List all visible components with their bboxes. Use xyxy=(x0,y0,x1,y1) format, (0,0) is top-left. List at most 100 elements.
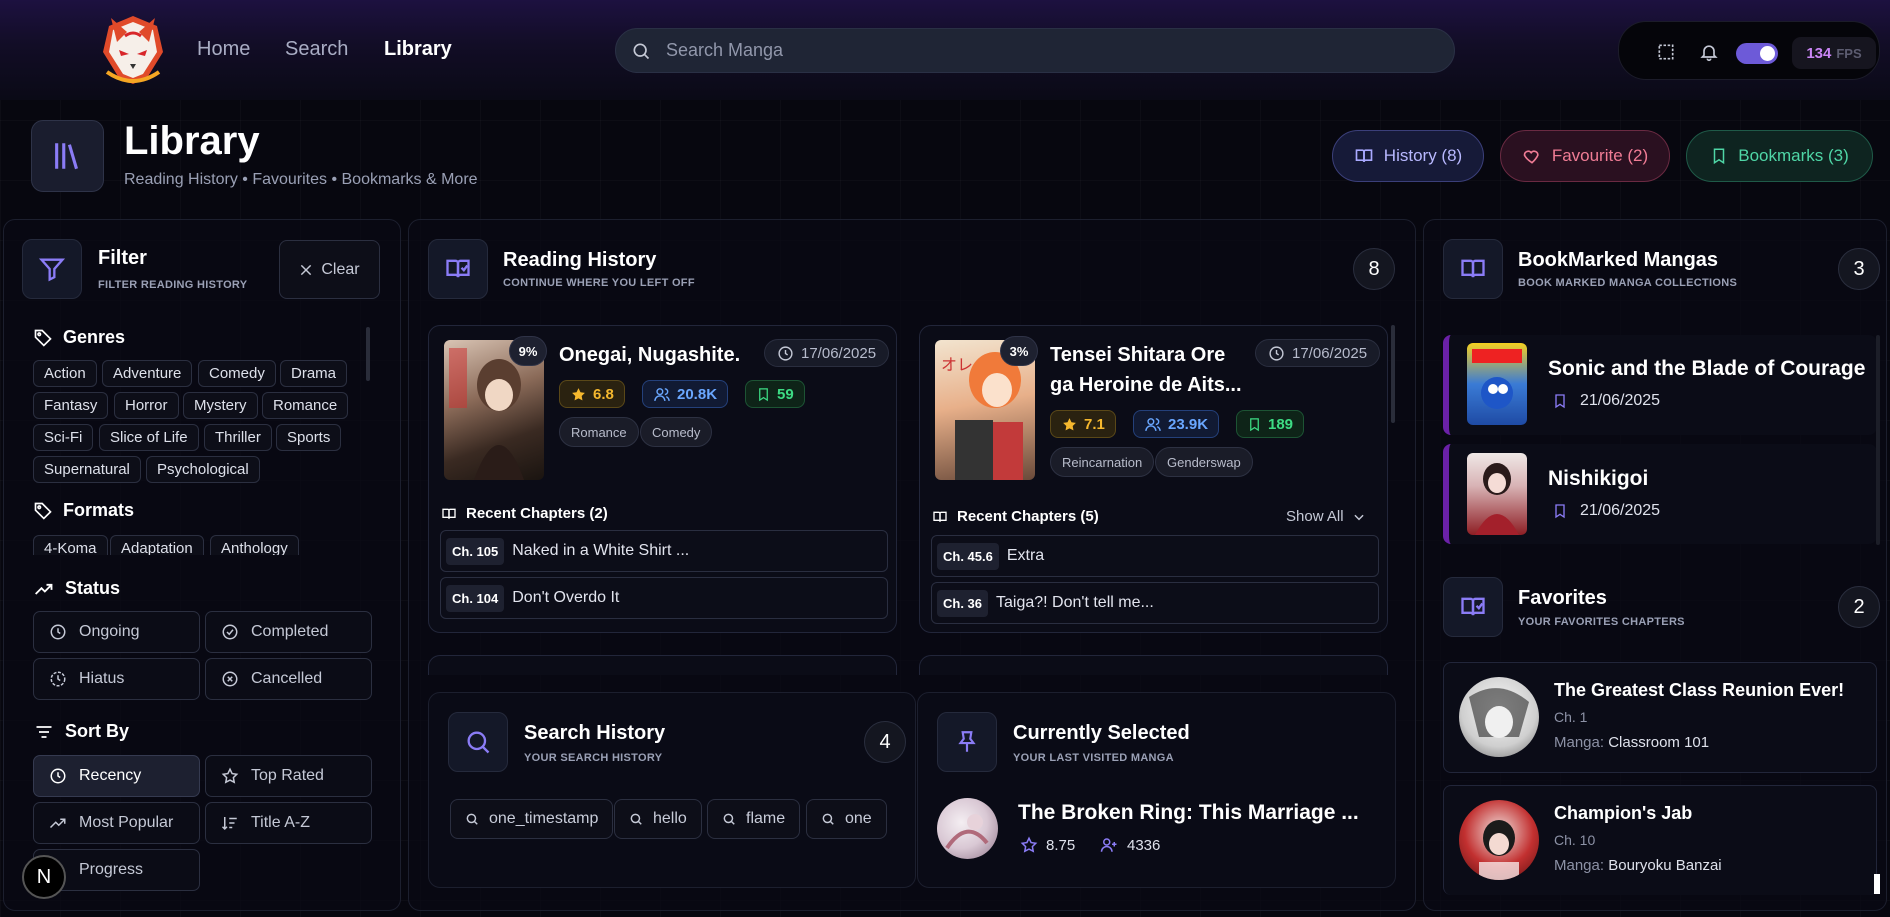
bookmarked-count: 3 xyxy=(1838,248,1880,290)
formats-chip-row: 4-Koma Adaptation Anthology xyxy=(33,535,373,555)
format-chip[interactable]: Adaptation xyxy=(110,535,204,555)
nav-search-link[interactable]: Search xyxy=(285,38,348,61)
bookmarks-badge: 189 xyxy=(1236,410,1305,438)
search-icon xyxy=(631,41,651,61)
search-input[interactable]: Search Manga xyxy=(666,40,783,61)
genre-tag[interactable]: Romance xyxy=(559,417,639,447)
search-term-chip[interactable]: one xyxy=(806,799,887,839)
favorite-manga-line: Manga: Bouryoku Banzai xyxy=(1554,857,1722,874)
bookmark-date-text: 21/06/2025 xyxy=(1580,392,1661,409)
search-term-chip[interactable]: hello xyxy=(614,799,702,839)
genre-chip[interactable]: Adventure xyxy=(102,360,193,387)
favorite-title[interactable]: Champion's Jab xyxy=(1554,803,1692,824)
genre-chip[interactable]: Comedy xyxy=(198,360,276,387)
status-cancelled-label: Cancelled xyxy=(251,670,323,687)
genre-chip[interactable]: Slice of Life xyxy=(99,424,199,451)
favorite-manga-line: Manga: Classroom 101 xyxy=(1554,734,1709,751)
current-manga-title[interactable]: The Broken Ring: This Marriage ... xyxy=(1018,801,1359,825)
show-all-button[interactable]: Show All xyxy=(1286,508,1366,525)
sort-top-rated-button[interactable]: Top Rated xyxy=(205,755,372,797)
sort-recency-button[interactable]: Recency xyxy=(33,755,200,797)
sort-most-popular-button[interactable]: Most Popular xyxy=(33,802,200,844)
fox-mask-logo-icon[interactable] xyxy=(97,12,169,87)
manga-cover-image[interactable] xyxy=(1467,343,1527,425)
manga-avatar[interactable] xyxy=(937,798,998,859)
rating-badge: 6.8 xyxy=(559,380,625,408)
bookmark-scrollbar[interactable] xyxy=(1876,335,1880,545)
genre-chip[interactable]: Thriller xyxy=(204,424,272,451)
format-chip[interactable]: Anthology xyxy=(210,535,299,555)
theme-toggle[interactable] xyxy=(1736,43,1778,64)
bookmark-title[interactable]: Sonic and the Blade of Courage xyxy=(1548,357,1865,381)
search-icon xyxy=(821,812,835,826)
bookmark-title[interactable]: Nishikigoi xyxy=(1548,467,1648,491)
open-book-icon xyxy=(1354,146,1374,166)
manga-title-continued[interactable]: ga Heroine de Aits... xyxy=(1050,370,1242,400)
format-chip[interactable]: 4-Koma xyxy=(33,535,108,555)
heart-icon xyxy=(1522,146,1542,166)
genre-chip[interactable]: Sports xyxy=(276,424,342,451)
genre-chip[interactable]: Sci-Fi xyxy=(33,424,94,451)
paused-clock-icon xyxy=(49,670,67,688)
chapter-row[interactable]: Ch. 45.6 Extra xyxy=(931,535,1379,577)
clock-icon xyxy=(1268,345,1285,362)
genre-chip[interactable]: Romance xyxy=(262,392,349,419)
search-term: one xyxy=(845,810,872,827)
genre-tag[interactable]: Genderswap xyxy=(1155,447,1253,477)
history-card-partial[interactable] xyxy=(919,655,1388,675)
reading-history-count: 8 xyxy=(1353,248,1395,290)
sort-title-az-button[interactable]: Title A-Z xyxy=(205,802,372,844)
favorites-scrollbar[interactable] xyxy=(1874,874,1880,894)
date-text: 17/06/2025 xyxy=(801,344,877,362)
history-card-partial[interactable] xyxy=(428,655,897,675)
favourite-pill-button[interactable]: Favourite (2) xyxy=(1500,130,1670,182)
sort-progress-label: Progress xyxy=(79,861,144,878)
toggle-knob xyxy=(1760,46,1775,61)
bookmarks-pill-button[interactable]: Bookmarks (3) xyxy=(1686,130,1873,182)
genre-chip[interactable]: Psychological xyxy=(146,456,260,483)
chapter-number: Ch. 104 xyxy=(446,584,505,612)
genre-chip[interactable]: Supernatural xyxy=(33,456,141,483)
history-pill-button[interactable]: History (8) xyxy=(1332,130,1484,182)
chapter-row[interactable]: Ch. 104 Don't Overdo It xyxy=(440,577,888,619)
favorite-avatar[interactable] xyxy=(1459,800,1539,880)
reading-history-title: Reading History xyxy=(503,249,657,271)
trending-up-icon xyxy=(33,579,55,599)
search-term-chip[interactable]: one_timestamp xyxy=(450,799,614,839)
status-hiatus-button[interactable]: Hiatus xyxy=(33,658,200,700)
search-bar[interactable]: Search Manga xyxy=(615,28,1455,73)
genre-tag[interactable]: Comedy xyxy=(640,417,713,447)
search-term-chip[interactable]: flame xyxy=(707,799,801,839)
manga-cover-image[interactable] xyxy=(1467,453,1527,535)
nav-library-link[interactable]: Library xyxy=(384,38,452,61)
status-completed-button[interactable]: Completed xyxy=(205,611,372,653)
reading-history-scrollbar[interactable] xyxy=(1391,325,1395,423)
bell-icon[interactable] xyxy=(1699,42,1719,62)
favorite-avatar[interactable] xyxy=(1459,677,1539,757)
selection-tool-icon[interactable] xyxy=(1656,42,1676,62)
sort-lines-icon xyxy=(33,722,55,742)
search-history-title: Search History xyxy=(524,722,666,744)
nav-home-link[interactable]: Home xyxy=(197,38,250,61)
manga-title[interactable]: Onegai, Nugashite. xyxy=(559,340,740,370)
status-ongoing-button[interactable]: Ongoing xyxy=(33,611,200,653)
filter-scrollbar[interactable] xyxy=(366,327,370,381)
genre-chip[interactable]: Horror xyxy=(114,392,179,419)
genre-tag[interactable]: Reincarnation xyxy=(1050,447,1155,477)
manga-title[interactable]: Tensei Shitara Ore xyxy=(1050,340,1225,370)
favorite-title[interactable]: The Greatest Class Reunion Ever! xyxy=(1554,680,1844,701)
chapter-row[interactable]: Ch. 36 Taiga?! Don't tell me... xyxy=(931,582,1379,624)
devtools-badge[interactable]: N xyxy=(22,855,66,899)
genre-chip[interactable]: Drama xyxy=(280,360,348,387)
chapter-row[interactable]: Ch. 105 Naked in a White Shirt ... xyxy=(440,530,888,572)
sort-alpha-icon xyxy=(221,814,239,832)
manga-prefix: Manga: xyxy=(1554,734,1605,751)
search-history-subtitle: Your search history xyxy=(524,752,663,764)
genre-chip[interactable]: Mystery xyxy=(183,392,258,419)
clear-filter-button[interactable]: Clear xyxy=(279,240,380,299)
status-cancelled-button[interactable]: Cancelled xyxy=(205,658,372,700)
recent-chapters-heading: Recent Chapters (2) xyxy=(440,505,608,522)
genre-chip[interactable]: Fantasy xyxy=(33,392,109,419)
current-follows-value: 4336 xyxy=(1127,836,1161,854)
genre-chip[interactable]: Action xyxy=(33,360,97,387)
